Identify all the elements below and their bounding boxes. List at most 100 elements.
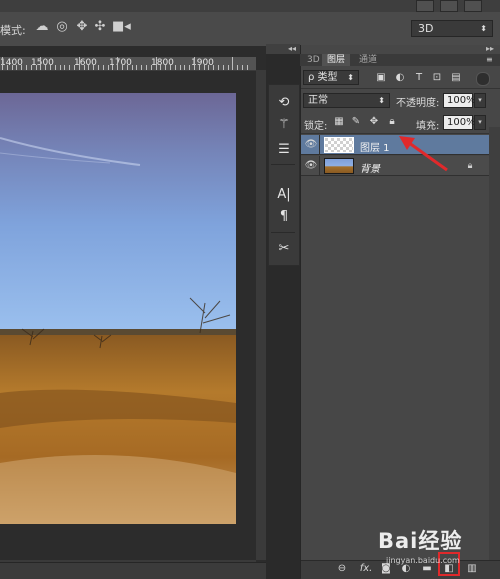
ruler-tick: [246, 65, 248, 70]
ruler-tick: [64, 65, 66, 70]
layer-thumbnail-transparent: [324, 137, 354, 153]
paragraph-icon[interactable]: ¶: [274, 208, 294, 226]
ruler-tick: [6, 65, 8, 70]
ruler-tick: [83, 65, 85, 70]
tab-layers[interactable]: 图层: [322, 54, 351, 66]
tab-channels[interactable]: 通道: [354, 54, 382, 66]
ruler-tick: [102, 65, 104, 70]
ruler-tick: [237, 65, 239, 70]
camera-3d-icon[interactable]: ■◂: [112, 19, 131, 35]
layers-scrollbar[interactable]: [489, 127, 500, 564]
tool-divider: [271, 232, 295, 233]
status-bar: [0, 562, 266, 579]
layer-thumbnail-photo: [324, 158, 354, 174]
eye-icon[interactable]: 👁︎: [304, 159, 318, 173]
collapse-panel-button[interactable]: ▸▸: [300, 44, 500, 54]
lock-label: 锁定:: [304, 121, 328, 132]
ruler-tick: [232, 57, 234, 70]
slide-3d-icon[interactable]: ✣: [92, 19, 108, 35]
workspace-value: 3D: [418, 22, 434, 35]
link-icon[interactable]: ⊖: [335, 562, 349, 576]
ruler-tick: [11, 65, 13, 70]
ruler-tick: [155, 57, 157, 70]
ruler-tick: [227, 65, 229, 70]
ruler-tick: [2, 57, 3, 70]
arrow-head: [399, 136, 415, 150]
ruler-tick: [170, 65, 171, 70]
annotation-arrow: [399, 136, 448, 172]
fill-slider-toggle[interactable]: ▾: [474, 115, 486, 130]
chevron-down-icon: ⬍: [347, 73, 354, 82]
fx-icon[interactable]: fx.: [357, 562, 375, 576]
layer-name[interactable]: 图层 1: [360, 139, 390, 154]
image-filter-icon[interactable]: ▣: [375, 72, 387, 84]
history-brush-icon[interactable]: ⟲: [274, 94, 294, 112]
ruler-tick: [107, 65, 109, 70]
ruler-tick: [189, 65, 191, 70]
baidu-watermark-url: jingyan.baidu.com: [386, 556, 460, 565]
arrow-shaft: [404, 138, 448, 172]
document-image[interactable]: [0, 93, 236, 524]
ruler-tick: [126, 65, 128, 70]
3d-mode-label: 模式:: [0, 24, 26, 37]
panel-divider: [301, 88, 500, 89]
brush-presets-icon[interactable]: ⚚: [274, 116, 294, 134]
pan-3d-icon[interactable]: ✥: [74, 19, 90, 35]
ruler-tick: [208, 65, 210, 70]
filter-toggle-switch[interactable]: [476, 72, 490, 86]
tool-divider: [271, 164, 295, 165]
chevron-down-icon: ⬍: [480, 24, 487, 33]
ruler-tick: [69, 65, 71, 70]
type-filter-icon[interactable]: T: [413, 72, 425, 84]
ruler-tick: [150, 65, 152, 70]
lock-pixels-icon[interactable]: ✎: [350, 116, 362, 128]
ruler-tick: [54, 65, 56, 70]
restore-button[interactable]: [440, 0, 458, 12]
opacity-input[interactable]: 100%: [443, 93, 476, 108]
ruler-tick: [194, 57, 195, 70]
roll-3d-icon[interactable]: ◎: [54, 19, 70, 35]
ruler-tick: [21, 65, 23, 70]
ruler-tick: [40, 57, 42, 70]
shape-filter-icon[interactable]: ⊡: [431, 72, 443, 84]
trash-icon[interactable]: ▥: [465, 562, 479, 576]
workspace-dropdown[interactable]: 3D ⬍: [411, 20, 493, 37]
character-icon[interactable]: A|: [274, 186, 294, 204]
ruler-tick: [74, 65, 75, 70]
ruler-tick: [59, 65, 61, 70]
ruler-tick: [184, 65, 186, 70]
filter-type-dropdown[interactable]: ρ 类型 ⬍: [303, 70, 359, 85]
lock-icon: 🔒︎: [467, 161, 473, 171]
opacity-slider-toggle[interactable]: ▾: [474, 93, 486, 108]
lock-position-icon[interactable]: ✥: [368, 116, 380, 128]
adjustments-icon[interactable]: ☰: [274, 141, 294, 159]
collapse-tools-button[interactable]: ◂◂: [266, 44, 300, 54]
ruler-tick: [98, 65, 99, 70]
ruler-tick: [78, 57, 80, 70]
smart-object-filter-icon[interactable]: ▤: [450, 72, 462, 84]
close-window-button[interactable]: [464, 0, 482, 12]
canvas-vertical-scrollbar[interactable]: [256, 70, 266, 560]
minimize-button[interactable]: [416, 0, 434, 12]
ruler-tick: [35, 65, 37, 70]
ruler-tick: [198, 65, 200, 70]
eye-icon[interactable]: 👁︎: [304, 138, 318, 152]
chevron-down-icon: ⬍: [378, 96, 385, 105]
orbit-3d-icon[interactable]: ☁: [34, 19, 50, 35]
ruler-tick: [30, 65, 32, 70]
ruler-tick: [122, 65, 123, 70]
ruler-tick: [88, 65, 90, 70]
panel-menu-icon[interactable]: ≡: [486, 56, 496, 64]
ruler-tick: [112, 65, 114, 70]
tool-presets-icon[interactable]: ✂: [274, 240, 294, 258]
layer-name[interactable]: 背景: [360, 160, 380, 175]
ruler-tick: [117, 57, 119, 70]
blend-mode-dropdown[interactable]: 正常 ⬍: [303, 93, 390, 108]
filter-type-value: ρ 类型: [308, 72, 338, 83]
lock-transparent-icon[interactable]: ▦: [333, 116, 345, 128]
landscape-photo: [0, 93, 236, 524]
lock-all-icon[interactable]: 🔒︎: [386, 116, 398, 128]
ruler-tick: [146, 65, 147, 70]
ruler-tick: [179, 65, 181, 70]
adjustment-filter-icon[interactable]: ◐: [394, 72, 406, 84]
